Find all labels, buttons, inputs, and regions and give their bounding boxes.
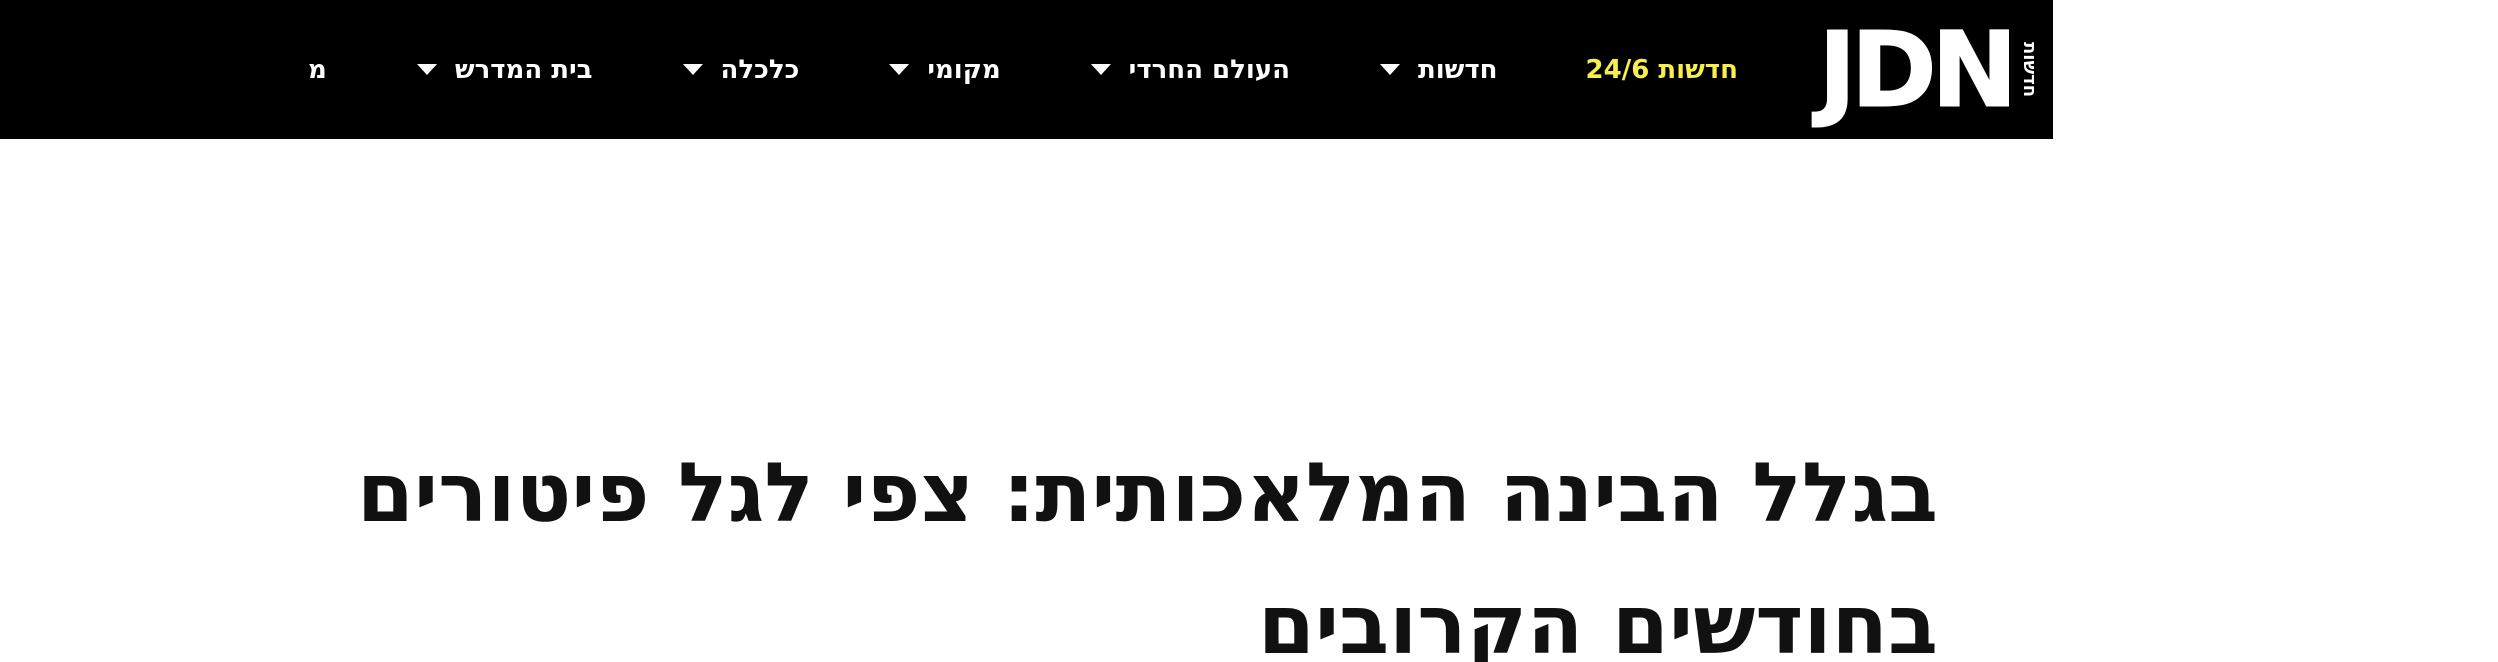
nav-news-24-6-link[interactable]: חדשות 24/6 (1586, 55, 1738, 85)
nav-item-local[interactable]: מקומי (889, 54, 1001, 85)
nav-item-label: חדשות (1417, 54, 1498, 85)
nav-item-label: בית המדרש (454, 54, 593, 85)
logo-side-text: חדשות (2019, 41, 2040, 98)
nav-item-truncated[interactable]: מ (308, 55, 327, 85)
nav-item-haredi-world[interactable]: העולם החרדי (1090, 54, 1290, 85)
nav-item-label: מ (308, 54, 327, 85)
nav-item-label: כלכלה (720, 54, 800, 85)
chevron-down-icon (416, 64, 437, 75)
nav-item-news[interactable]: חדשות (1379, 54, 1498, 85)
nav-item-label: מקומי (927, 54, 1001, 85)
nav-item-label: העולם החרדי (1128, 54, 1290, 85)
nav-item-beit-hamidrash[interactable]: בית המדרש (416, 54, 593, 85)
chevron-down-icon (682, 64, 703, 75)
nav-item-economy[interactable]: כלכלה (682, 54, 800, 85)
chevron-down-icon (889, 64, 910, 75)
article-headline: בגלל הבינה המלאכותית: צפי לגל פיטורים בח… (356, 446, 1938, 662)
logo-letters: JDN (1817, 8, 2018, 131)
top-navigation-bar: חדשות JDN חדשות 24/6 חדשות העולם החרדי מ… (0, 0, 2053, 139)
jdn-logo[interactable]: חדשות JDN (1817, 0, 2040, 139)
nav-inner: חדשות JDN חדשות 24/6 חדשות העולם החרדי מ… (308, 0, 2053, 139)
chevron-down-icon (1090, 64, 1111, 75)
chevron-down-icon (1379, 64, 1400, 75)
